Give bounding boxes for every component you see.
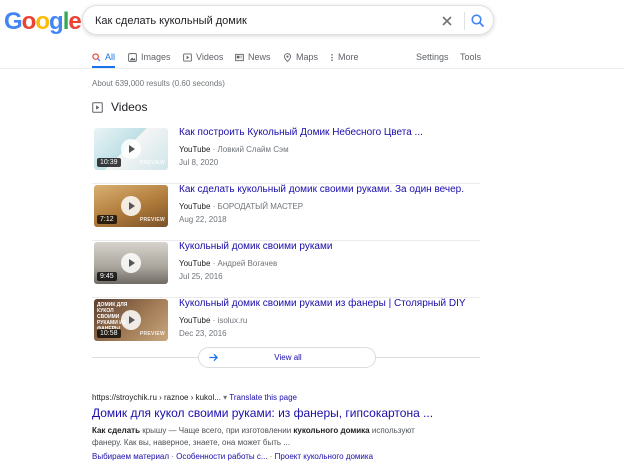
tab-maps[interactable]: Maps [283,49,318,65]
tab-label: Images [141,52,171,62]
image-icon [128,52,137,62]
video-duration: 10:58 [97,329,121,338]
view-all-button[interactable]: View all [198,347,376,368]
videos-section-header: Videos [92,100,147,114]
preview-badge: PREVIEW [139,160,165,166]
video-result[interactable]: 9:45 Кукольный домик своими руками YouTu… [92,240,480,298]
settings-link[interactable]: Settings [416,49,449,65]
video-title[interactable]: Кукольный домик своими руками [179,240,332,253]
video-icon [92,101,103,113]
play-icon [121,253,141,273]
video-meta: YouTube · isolux.ru [179,316,248,325]
logo-letter: o [35,8,50,35]
logo-letter: o [21,8,37,35]
search-icon [92,52,101,62]
preview-badge: PREVIEW [139,331,165,337]
video-title[interactable]: Кукольный домик своими руками из фанеры … [179,297,466,310]
search-input[interactable] [95,12,425,29]
video-date: Dec 23, 2016 [179,329,227,338]
tools-link[interactable]: Tools [460,49,481,65]
snippet-bold: Как сделать [92,426,140,435]
video-result[interactable]: 10:39 PREVIEW Как построить Кукольный До… [92,126,480,184]
tab-label: All [105,52,116,62]
video-date: Jul 8, 2020 [179,158,219,167]
video-meta: YouTube · Ловкий Слайм Сэм [179,145,289,154]
tab-videos[interactable]: Videos [183,49,223,65]
video-source: YouTube [179,202,211,211]
result-title[interactable]: Домик для кукол своими руками: из фанеры… [92,406,433,420]
video-meta: YouTube · Андрей Вогачев [179,259,278,268]
tab-more[interactable]: More [330,49,359,65]
play-icon [121,196,141,216]
video-title[interactable]: Как сделать кукольный домик своими рукам… [179,183,464,196]
result-url-text: https://stroychik.ru › raznoe › kukol... [92,393,221,402]
map-pin-icon [283,52,292,62]
tab-label: News [248,52,271,62]
tab-images[interactable]: Images [128,49,171,65]
play-icon [121,139,141,159]
settings-label: Settings [416,52,449,62]
video-date: Aug 22, 2018 [179,215,227,224]
search-divider [464,12,465,30]
video-thumbnail[interactable]: 9:45 [94,242,168,284]
video-date: Jul 25, 2016 [179,272,223,281]
sitelink[interactable]: Особенности работы с... [176,452,267,461]
video-source: YouTube [179,145,211,154]
clear-icon[interactable] [439,13,455,29]
tab-label: Videos [196,52,224,62]
videos-heading: Videos [111,100,148,114]
video-duration: 7:12 [97,215,117,224]
sitelink[interactable]: Выбираем материал [92,452,169,461]
video-duration: 10:39 [97,158,121,167]
video-channel: Ловкий Слайм Сэм [217,145,289,154]
logo-letter: G [4,8,23,35]
view-all-label: View all [274,353,302,362]
logo-letter: e [68,8,81,35]
sitelinks: Выбираем материал · Особенности работы с… [92,452,374,461]
header-divider [0,68,624,69]
video-title[interactable]: Как построить Кукольный Домик Небесного … [179,126,423,139]
video-source: YouTube [179,259,211,268]
search-icon[interactable] [470,13,486,29]
video-channel: БОРОДАТЫЙ МАСТЕР [217,202,304,211]
search-tabs: All Images Videos News Maps More Setting… [92,49,492,67]
translate-link[interactable]: Translate this page [229,393,297,402]
preview-badge: PREVIEW [139,217,165,223]
result-stats: About 639,000 results (0.60 seconds) [92,79,225,88]
video-thumbnail[interactable]: ДОМИК ДЛЯ КУКОЛ СВОИМИ РУКАМИ ИЗ ФАНЕРЫ … [94,299,168,341]
tab-label: Maps [296,52,319,62]
more-dots-icon [331,53,333,61]
result-url: https://stroychik.ru › raznoe › kukol...… [92,393,298,402]
result-snippet: Как сделать крышу — Чаще всего, при изго… [92,425,442,449]
google-logo[interactable]: Google [4,8,82,36]
video-source: YouTube [179,316,211,325]
video-thumbnail[interactable]: 10:39 PREVIEW [94,128,168,170]
logo-letter: g [49,8,64,35]
snippet-text: крышу — Чаще всего, при изготовлении [140,426,294,435]
video-result[interactable]: ДОМИК ДЛЯ КУКОЛ СВОИМИ РУКАМИ ИЗ ФАНЕРЫ … [92,297,480,354]
video-icon [183,52,192,62]
video-result[interactable]: 7:12 PREVIEW Как сделать кукольный домик… [92,183,480,241]
video-duration: 9:45 [97,272,117,281]
tab-all[interactable]: All [92,49,115,65]
news-icon [235,53,244,61]
tools-label: Tools [460,52,482,62]
sitelink[interactable]: Проект кукольного домика [275,452,373,461]
video-meta: YouTube · БОРОДАТЫЙ МАСТЕР [179,202,304,211]
video-channel: Андрей Вогачев [217,259,278,268]
snippet-bold: кукольного домика [293,426,370,435]
video-channel: isolux.ru [217,316,248,325]
search-box[interactable] [82,5,494,35]
tab-news[interactable]: News [235,49,271,65]
play-icon [121,310,141,330]
video-thumbnail[interactable]: 7:12 PREVIEW [94,185,168,227]
tab-label: More [338,52,359,62]
